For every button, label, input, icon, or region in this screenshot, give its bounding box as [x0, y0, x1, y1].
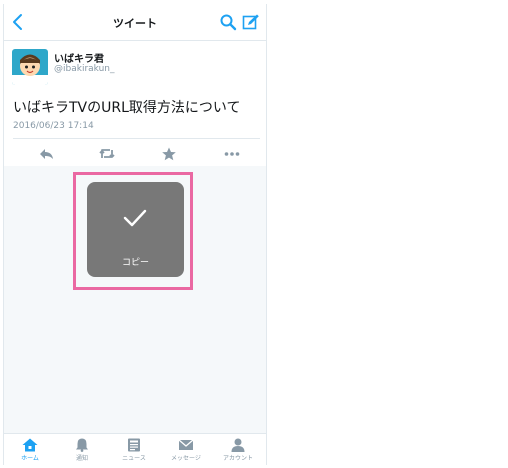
search-icon[interactable] [219, 13, 237, 31]
tab-label: ホーム [21, 455, 39, 462]
compose-icon[interactable] [242, 13, 260, 31]
tab-label: メッセージ [171, 455, 201, 462]
tab-home[interactable]: ホーム [4, 436, 56, 465]
person-icon [231, 438, 245, 452]
avatar[interactable] [12, 49, 48, 85]
tweet-detail: いばキラ君 @ibakirakun_ いばキラTVのURL取得方法について 20… [4, 41, 266, 166]
display-name[interactable]: いばキラ君 [54, 50, 104, 65]
navigation-bar: ツイート [4, 4, 266, 41]
envelope-icon [178, 439, 194, 450]
tab-bar: ホーム 通知 ニュース メッセージ アカウント [4, 433, 266, 465]
news-icon [128, 438, 140, 452]
tweet-actions [13, 138, 260, 167]
home-icon [22, 438, 38, 452]
favorite-icon[interactable] [161, 146, 177, 161]
phone-screen: ツイート いばキラ君 @ibakirakun_ いばキラTVのURL取得方法につ… [3, 4, 267, 465]
tab-label: ニュース [122, 455, 146, 462]
reply-icon[interactable] [39, 146, 55, 160]
tab-label: 通知 [75, 455, 88, 462]
bell-icon [76, 438, 88, 452]
tweet-text: いばキラTVのURL取得方法について [13, 100, 241, 116]
tab-label: アカウント [222, 455, 253, 462]
tab-messages[interactable]: メッセージ [160, 436, 212, 465]
retweet-icon[interactable] [99, 146, 115, 160]
user-handle[interactable]: @ibakirakun_ [54, 64, 115, 74]
highlight-frame [73, 172, 193, 290]
tab-account[interactable]: アカウント [212, 436, 264, 465]
more-icon[interactable] [224, 146, 240, 160]
tab-news[interactable]: ニュース [108, 436, 160, 465]
tab-notifications[interactable]: 通知 [56, 436, 108, 465]
tweet-timestamp: 2016/06/23 17:14 [13, 121, 94, 131]
